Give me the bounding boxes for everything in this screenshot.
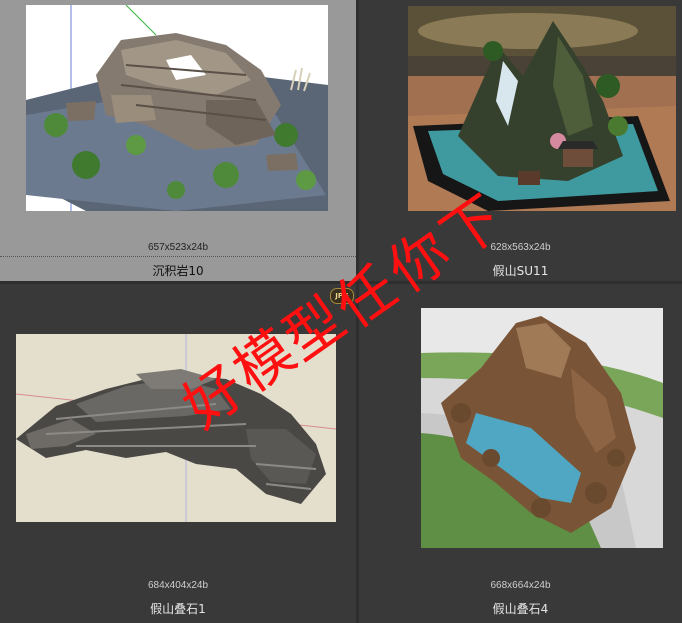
jpg-format-badge: JPG	[330, 288, 354, 304]
image-dimensions: 628x563x24b	[490, 242, 551, 253]
image-dimensions: 657x523x24b	[147, 242, 209, 253]
image-name: 假山叠石4	[492, 602, 549, 616]
thumbnail-image-stacked-stones	[16, 334, 336, 522]
divider	[0, 256, 356, 257]
image-name: 假山SU11	[492, 264, 549, 278]
image-dimensions: 668x664x24b	[490, 580, 551, 591]
image-name: 沉积岩10	[152, 264, 204, 278]
thumbnail-image-stacked-stones-pond	[421, 308, 663, 548]
thumbnail-item[interactable]: 657x523x24b 沉积岩10	[0, 0, 356, 281]
thumbnail-image-rock-sediment	[26, 5, 328, 211]
thumbnail-item[interactable]: 628x563x24b 假山SU11	[359, 0, 682, 281]
thumbnail-item[interactable]: 668x664x24b 假山叠石4	[359, 284, 682, 623]
thumbnail-item[interactable]: 684x404x24b 假山叠石1	[0, 284, 356, 623]
thumbnail-image-rockery-waterfall	[408, 6, 676, 211]
image-name: 假山叠石1	[150, 602, 206, 616]
thumbnail-grid: 657x523x24b 沉积岩10 628x563x24b 假山SU11 684…	[0, 0, 682, 623]
image-dimensions: 684x404x24b	[147, 580, 209, 591]
